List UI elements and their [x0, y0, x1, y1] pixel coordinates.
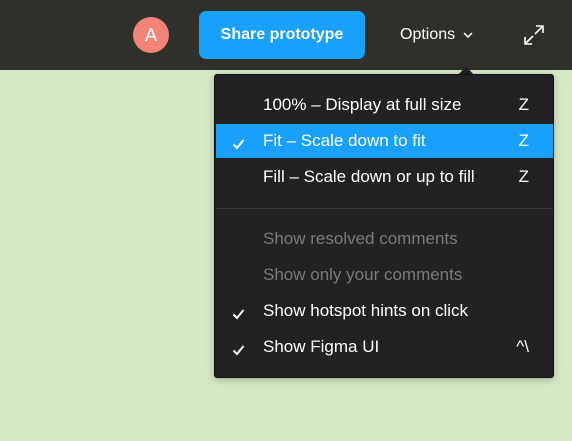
options-label: Options	[400, 26, 456, 43]
fullscreen-expand-icon[interactable]	[522, 23, 546, 47]
menu-item-zoom-fill[interactable]: Fill – Scale down or up to fill Z	[216, 160, 553, 194]
menu-item-label: Show resolved comments	[263, 229, 458, 248]
menu-item-shortcut: Z	[518, 131, 529, 150]
avatar[interactable]: A	[133, 17, 169, 53]
menu-item-zoom-100[interactable]: 100% – Display at full size Z	[216, 88, 553, 122]
menu-item-label: Show Figma UI	[263, 337, 380, 356]
menu-divider	[216, 208, 553, 209]
checkmark-icon	[232, 135, 245, 150]
menu-item-shortcut: ^\	[516, 337, 529, 356]
menu-item-label: Fit – Scale down to fit	[263, 131, 426, 150]
menu-item-label: Fill – Scale down or up to fill	[263, 167, 475, 186]
chevron-down-icon	[463, 32, 473, 38]
menu-item-shortcut: Z	[518, 95, 529, 114]
menu-item-show-figma-ui[interactable]: Show Figma UI ^\	[216, 330, 553, 364]
checkmark-icon	[232, 305, 245, 320]
menu-item-label: Show only your comments	[263, 265, 463, 284]
options-menu: 100% – Display at full size Z Fit – Scal…	[214, 74, 554, 378]
top-toolbar: A Share prototype Options	[0, 0, 572, 70]
menu-item-label: Show hotspot hints on click	[263, 301, 469, 320]
menu-item-zoom-fit[interactable]: Fit – Scale down to fit Z	[216, 124, 553, 158]
checkmark-icon	[232, 341, 245, 356]
menu-item-show-resolved-comments: Show resolved comments	[216, 222, 553, 256]
share-prototype-button[interactable]: Share prototype	[199, 11, 365, 59]
menu-item-show-hotspot-hints[interactable]: Show hotspot hints on click	[216, 294, 553, 328]
menu-item-label: 100% – Display at full size	[263, 95, 462, 114]
options-dropdown[interactable]: Options	[392, 20, 481, 50]
menu-item-show-only-your-comments: Show only your comments	[216, 258, 553, 292]
menu-item-shortcut: Z	[518, 167, 529, 186]
